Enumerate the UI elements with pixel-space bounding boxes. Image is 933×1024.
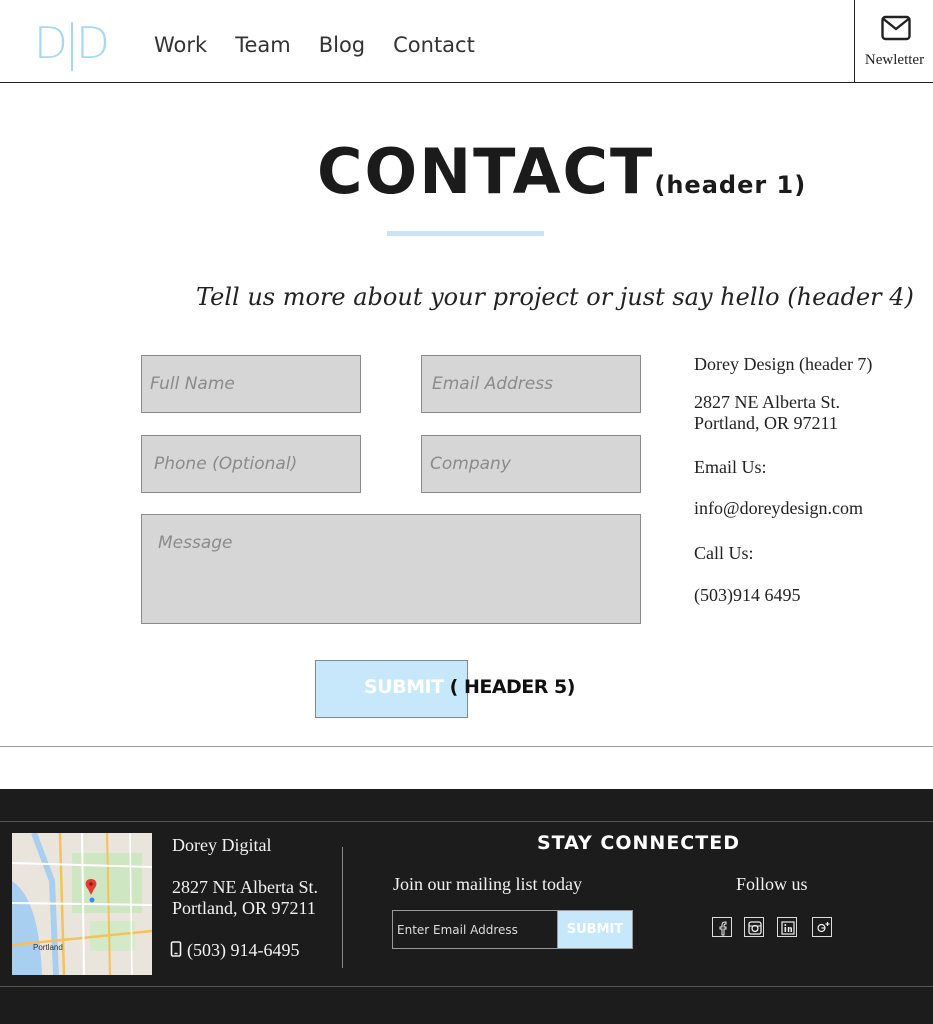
logo-divider — [71, 22, 73, 71]
facebook-icon[interactable] — [712, 917, 732, 937]
newsletter-label: Newletter — [864, 52, 925, 68]
page-title: CONTACT(header 1) — [317, 135, 806, 208]
location-map[interactable]: Portland — [12, 833, 152, 975]
contact-call-label: Call Us: — [694, 543, 754, 563]
full-name-field[interactable] — [141, 355, 361, 413]
follow-us-label: Follow us — [736, 874, 808, 894]
footer-address-line2: Portland, OR 97211 — [172, 898, 316, 918]
footer-company: Dorey Digital — [172, 835, 272, 855]
logo[interactable]: D D — [34, 22, 114, 72]
contact-address-line1: 2827 NE Alberta St. — [694, 392, 840, 412]
page-title-text: CONTACT — [317, 135, 655, 208]
mobile-phone-icon — [170, 941, 182, 957]
logo-letter-left: D — [34, 18, 68, 69]
nav-item-team[interactable]: Team — [235, 31, 291, 59]
map-graphic — [12, 833, 152, 975]
footer-top-rule — [0, 821, 933, 822]
footer-vertical-divider — [342, 847, 343, 968]
submit-button[interactable] — [315, 660, 468, 718]
title-underline — [387, 231, 544, 236]
newsletter-email-input[interactable] — [392, 910, 558, 949]
map-city-label: Portland — [33, 943, 63, 952]
contact-email-link[interactable]: info@doreydesign.com — [694, 498, 863, 519]
envelope-icon — [881, 15, 911, 41]
email-field[interactable] — [421, 355, 641, 413]
company-field[interactable] — [421, 435, 641, 493]
nav-item-contact[interactable]: Contact — [393, 31, 475, 59]
main-nav: Work Team Blog Contact — [154, 31, 503, 59]
site-header: D D Work Team Blog Contact Newletter — [0, 0, 933, 83]
instagram-icon[interactable] — [744, 917, 764, 937]
contact-email-label: Email Us: — [694, 457, 767, 477]
footer-phone-text: (503) 914-6495 — [187, 940, 300, 960]
page-subtitle: Tell us more about your project or just … — [196, 283, 914, 311]
contact-company: Dorey Design (header 7) — [694, 354, 873, 374]
linkedin-icon[interactable] — [777, 917, 797, 937]
newsletter-submit-button[interactable]: SUBMIT — [557, 910, 633, 949]
newsletter-button[interactable]: Newletter — [854, 0, 933, 82]
logo-letter-right: D — [76, 18, 110, 69]
contact-phone-link[interactable]: (503)914 6495 — [694, 585, 801, 606]
footer-bottom-rule — [0, 986, 933, 987]
footer-address-line1: 2827 NE Alberta St. — [172, 877, 318, 897]
section-divider — [0, 746, 933, 747]
mailing-list-label: Join our mailing list today — [393, 874, 582, 894]
page-title-note: (header 1) — [654, 171, 807, 199]
stay-connected-heading: STAY CONNECTED — [537, 832, 740, 854]
phone-field[interactable] — [141, 435, 361, 493]
nav-item-work[interactable]: Work — [154, 31, 207, 59]
footer-phone[interactable]: (503) 914-6495 — [170, 940, 299, 961]
contact-address-line2: Portland, OR 97211 — [694, 413, 838, 433]
nav-item-blog[interactable]: Blog — [319, 31, 365, 59]
google-plus-icon[interactable] — [812, 917, 832, 937]
message-field[interactable] — [141, 514, 641, 624]
